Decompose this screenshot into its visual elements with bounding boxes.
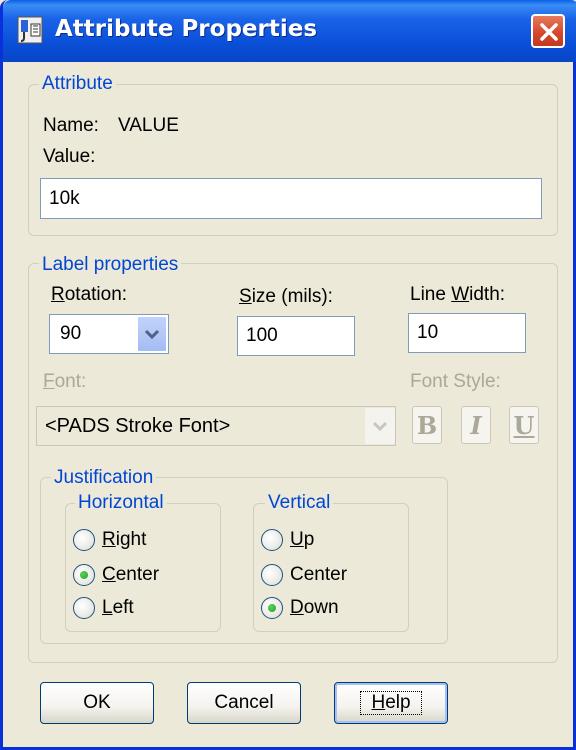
cancel-button[interactable]: Cancel xyxy=(187,682,301,724)
line-width-input[interactable]: 10 xyxy=(408,313,526,353)
up-mnemonic: U xyxy=(290,529,304,550)
vertical-up-label[interactable]: Up xyxy=(290,529,314,551)
window-title: Attribute Properties xyxy=(55,16,318,42)
horizontal-right-radio[interactable] xyxy=(73,529,95,551)
name-label: Name: xyxy=(43,115,99,136)
vertical-center-label[interactable]: Center xyxy=(290,564,347,586)
rotation-mnemonic: R xyxy=(51,284,65,305)
justification-legend: Justification xyxy=(51,467,157,489)
title-bar[interactable]: Attribute Properties xyxy=(3,0,576,62)
horizontal-center-label[interactable]: Center xyxy=(102,564,159,586)
underline-button: U xyxy=(509,406,539,444)
horizontal-left-radio[interactable] xyxy=(73,597,95,619)
font-style-label: Font Style: xyxy=(410,371,501,392)
attribute-properties-dialog: Attribute Properties Attribute Name: VAL… xyxy=(0,0,576,750)
right-mnemonic: R xyxy=(102,529,116,550)
vertical-up-radio[interactable] xyxy=(261,529,283,551)
font-dropdown-button xyxy=(365,408,395,444)
vertical-down-label[interactable]: Down xyxy=(290,597,339,619)
vertical-down-radio[interactable] xyxy=(261,597,283,619)
italic-button: I xyxy=(461,406,491,444)
help-focus-rect: Help xyxy=(360,691,422,715)
center-mnemonic: C xyxy=(102,564,116,585)
bold-button: B xyxy=(412,406,442,444)
app-icon xyxy=(17,16,43,44)
value-label: Value: xyxy=(43,146,96,167)
horizontal-legend: Horizontal xyxy=(75,492,167,514)
font-mnemonic: F xyxy=(43,371,55,392)
vertical-center-radio[interactable] xyxy=(261,564,283,586)
rotation-label: Rotation: xyxy=(51,284,128,305)
line-width-label: Line Width: xyxy=(410,284,506,305)
font-label: Font: xyxy=(43,371,87,392)
chevron-down-icon xyxy=(144,329,160,340)
ok-button[interactable]: OK xyxy=(40,682,154,724)
vertical-legend: Vertical xyxy=(265,492,334,514)
horizontal-left-label[interactable]: Left xyxy=(102,597,134,619)
radio-selected-dot xyxy=(80,571,88,579)
help-mnemonic: H xyxy=(371,692,386,713)
rotation-dropdown-button[interactable] xyxy=(137,316,167,352)
font-value: <PADS Stroke Font> xyxy=(45,414,231,437)
size-mnemonic: S xyxy=(239,286,252,307)
value-input[interactable]: 10k xyxy=(40,178,542,219)
size-input[interactable]: 100 xyxy=(237,316,355,356)
name-value: VALUE xyxy=(118,115,179,136)
radio-selected-dot xyxy=(268,604,276,612)
help-button[interactable]: Help xyxy=(334,682,448,724)
horizontal-right-label[interactable]: Right xyxy=(102,529,146,551)
down-mnemonic: D xyxy=(290,597,304,618)
close-button[interactable] xyxy=(531,14,565,48)
label-properties-legend: Label properties xyxy=(39,254,182,276)
attribute-group-legend: Attribute xyxy=(39,73,116,95)
rotation-value: 90 xyxy=(60,323,82,344)
chevron-down-icon xyxy=(372,421,388,432)
font-select: <PADS Stroke Font> xyxy=(36,406,396,446)
line-width-mnemonic: W xyxy=(451,284,470,305)
horizontal-center-radio[interactable] xyxy=(73,564,95,586)
size-label: Size (mils): xyxy=(239,286,333,307)
close-icon xyxy=(540,23,558,41)
left-mnemonic: L xyxy=(102,597,113,618)
